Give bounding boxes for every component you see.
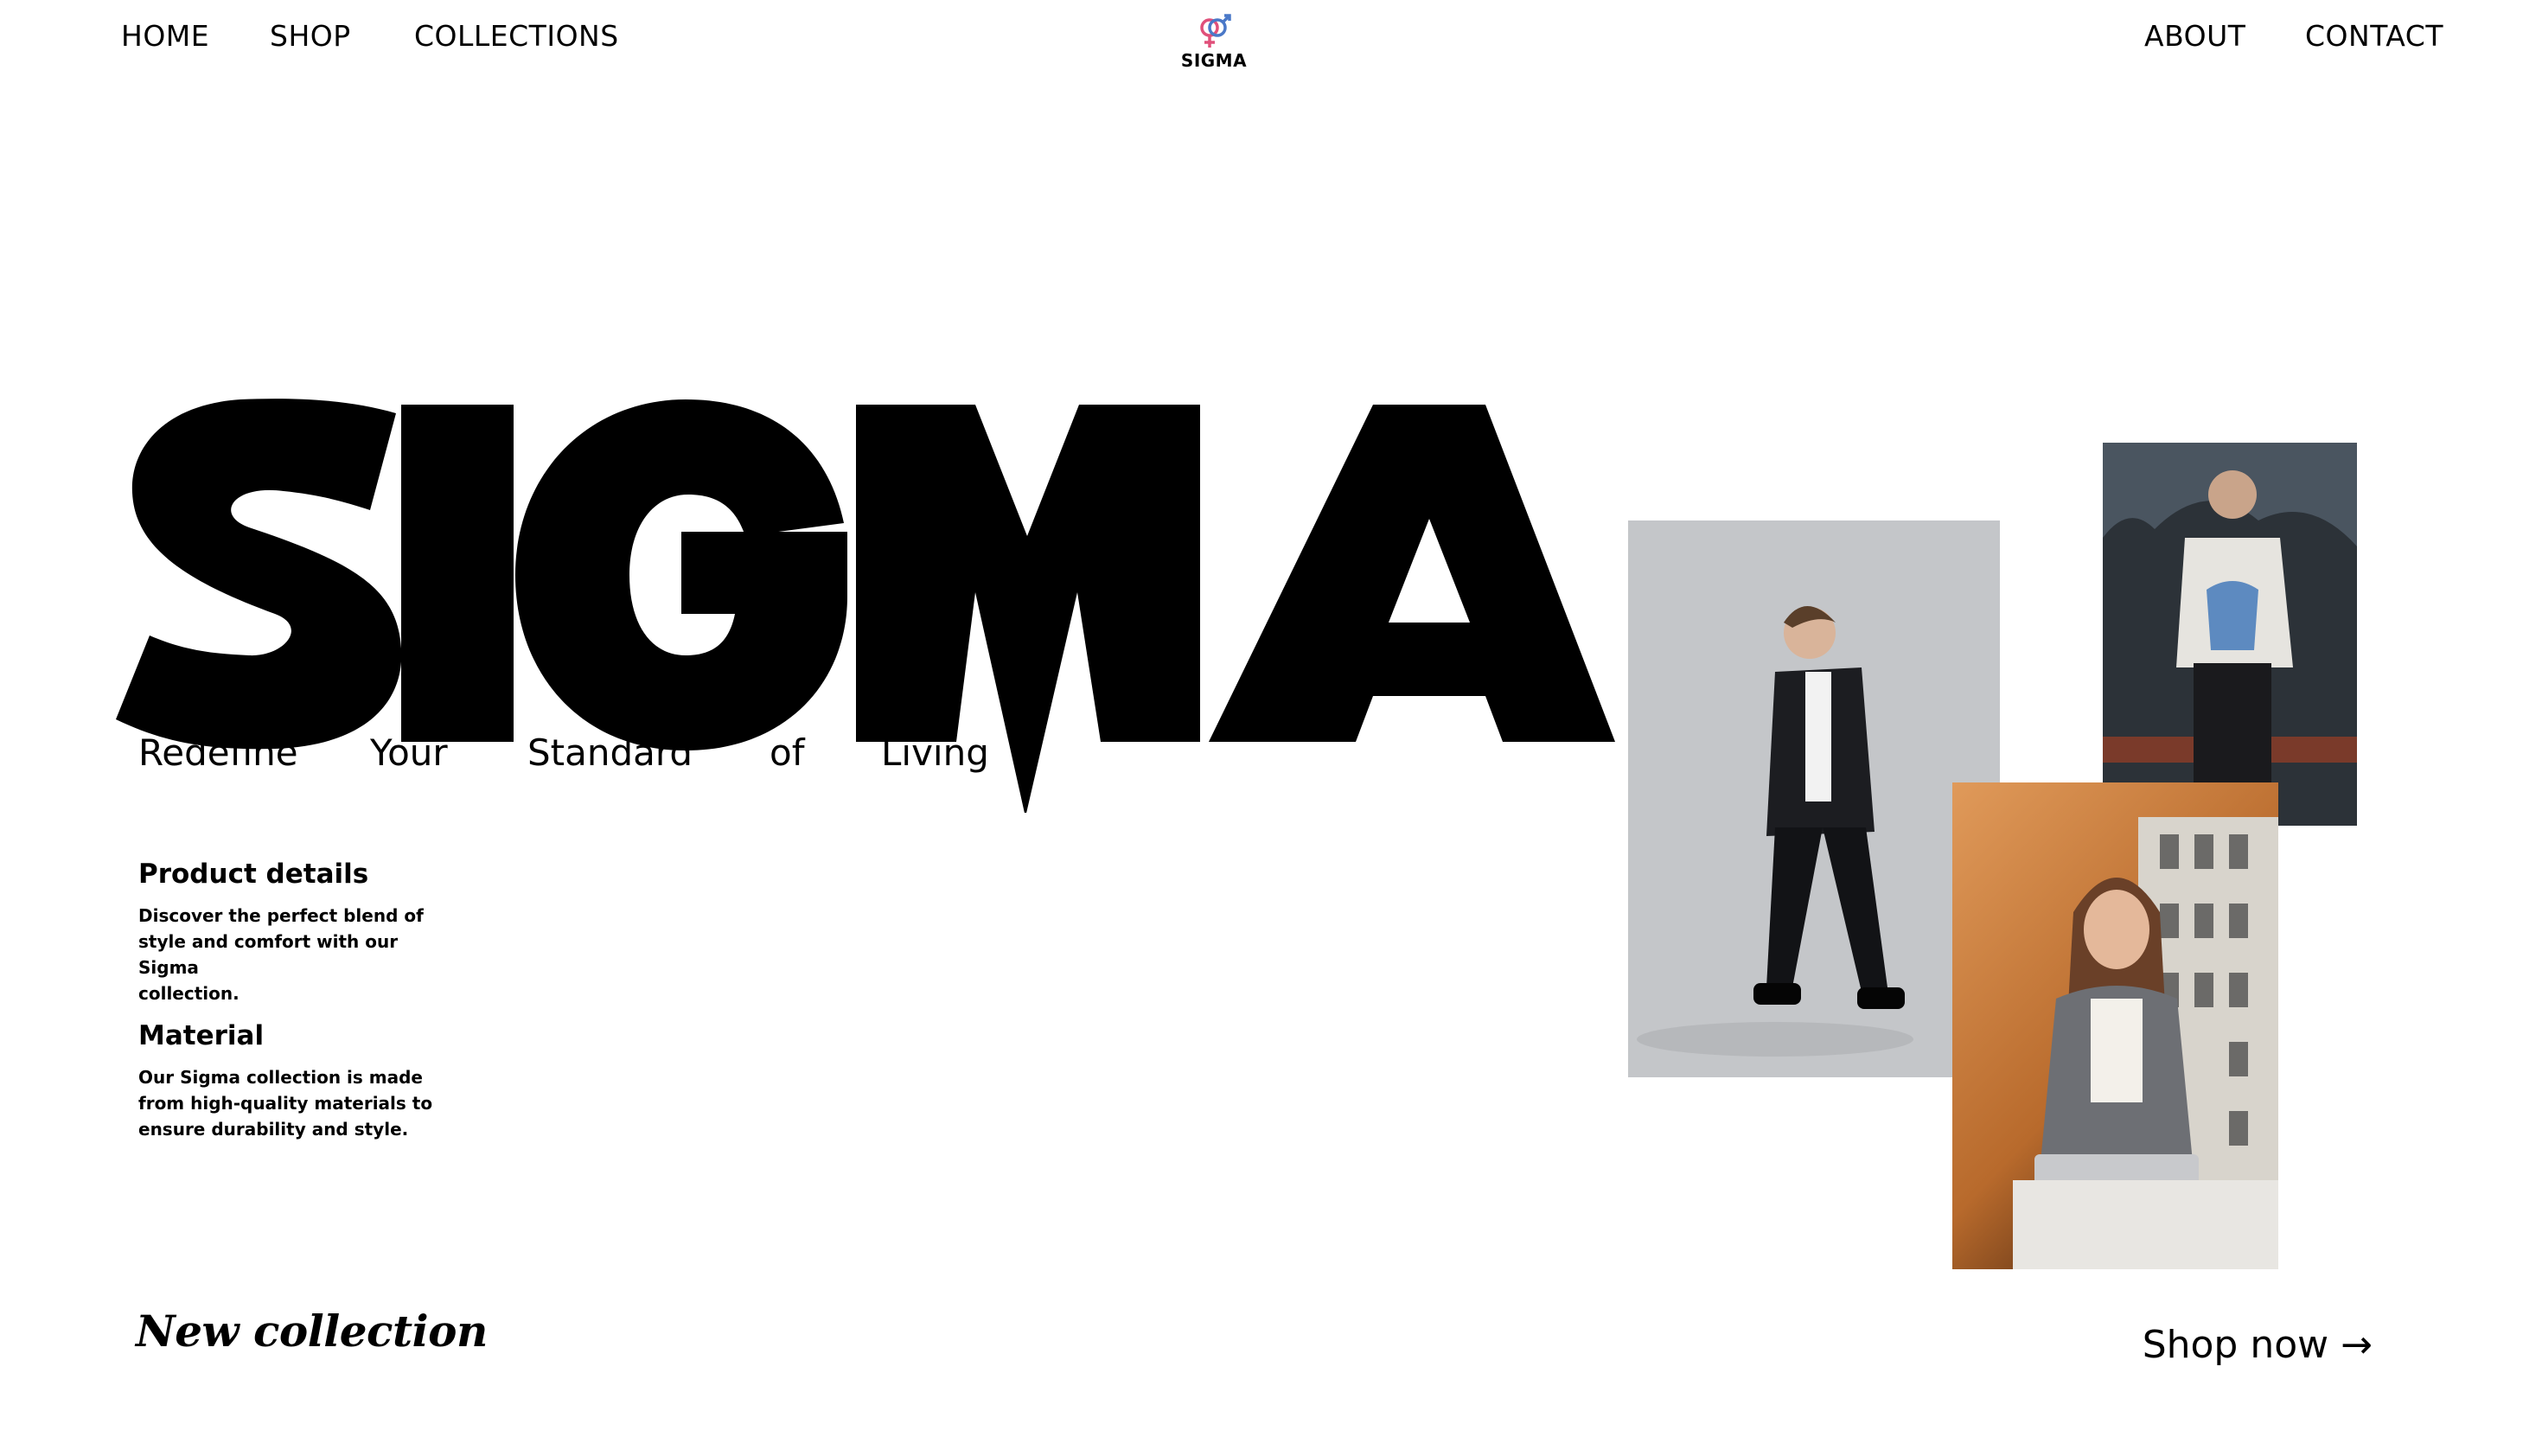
hero-letter-g bbox=[515, 399, 847, 750]
tagline-word-2: Your bbox=[370, 731, 448, 774]
product-details-heading: Product details bbox=[138, 859, 369, 890]
man-in-sweater-photo bbox=[2103, 443, 2357, 826]
tagline-word-5: Living bbox=[881, 731, 989, 774]
new-collection-heading: New collection bbox=[136, 1306, 488, 1357]
tagline-word-4: of bbox=[770, 731, 805, 774]
tagline-word-1: Redefine bbox=[138, 731, 298, 774]
hero-letter-s bbox=[116, 399, 402, 750]
hero-wordmark bbox=[116, 399, 1615, 813]
logo-text: SIGMA bbox=[1180, 50, 1248, 71]
woman-in-blazer-photo bbox=[1952, 782, 2278, 1269]
nav-shop-link[interactable]: SHOP bbox=[270, 19, 351, 53]
nav-collections-link[interactable]: COLLECTIONS bbox=[414, 19, 619, 53]
tagline-word-3: Standard bbox=[527, 731, 693, 774]
product-details-text: Discover the perfect blend of style and … bbox=[138, 905, 424, 1004]
material-heading: Material bbox=[138, 1020, 265, 1051]
nav-home-link[interactable]: HOME bbox=[121, 19, 209, 53]
shop-now-link[interactable]: Shop now → bbox=[2143, 1323, 2373, 1367]
hero-letter-a bbox=[1209, 405, 1615, 742]
gender-symbols-icon bbox=[1200, 14, 1231, 48]
nav-contact-link[interactable]: CONTACT bbox=[2305, 19, 2443, 53]
hero-letter-i bbox=[401, 405, 514, 742]
man-in-suit-photo bbox=[1628, 520, 2000, 1077]
brand-logo[interactable]: SIGMA bbox=[1178, 12, 1250, 74]
material-text: Our Sigma collection is made from high-q… bbox=[138, 1067, 433, 1140]
nav-about-link[interactable]: ABOUT bbox=[2144, 19, 2245, 53]
